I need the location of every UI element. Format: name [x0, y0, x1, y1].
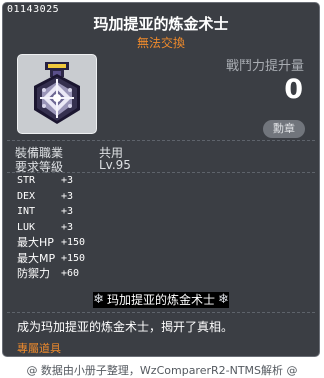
stat-row: STR +3	[17, 173, 85, 189]
stat-row: 防禦力 +60	[17, 266, 85, 282]
stat-value: +150	[61, 252, 86, 264]
divider	[7, 140, 315, 141]
item-description: 成为玛加提亚的炼金术士，揭开了真相。	[17, 320, 234, 334]
exclusive-item-label: 專屬道具	[17, 342, 61, 355]
stat-name: LUK	[17, 221, 36, 233]
snowflake-icon: ❄	[218, 292, 229, 308]
set-name-banner: ❄ 玛加提亚的炼金术士 ❄	[3, 292, 319, 308]
stat-row: DEX +3	[17, 189, 85, 205]
stat-name: DEX	[17, 190, 36, 202]
stat-name: 最大MP	[17, 251, 56, 265]
stat-row: 最大MP +150	[17, 251, 85, 267]
stat-value: +3	[61, 206, 74, 217]
item-title: 玛加提亚的炼金术士	[93, 15, 229, 33]
stat-value: +3	[61, 221, 74, 233]
snowflake-icon: ❄	[93, 292, 104, 308]
alchemist-medal-icon	[34, 62, 80, 124]
stat-row: 最大HP +150	[17, 235, 85, 251]
stat-value: +60	[61, 268, 80, 279]
stat-name: STR	[17, 175, 36, 186]
stat-value: +3	[61, 190, 74, 202]
item-icon-frame	[17, 54, 97, 134]
power-increase-label: 戰鬥力提升量	[225, 59, 304, 74]
set-name: 玛加提亚的炼金术士	[103, 292, 218, 308]
item-tooltip: 01143025 玛加提亚的炼金术士 無法交換 戰鬥力提升量 0 勳章 裝備職業…	[2, 2, 320, 357]
medal-button[interactable]: 勳章	[263, 120, 305, 138]
trade-status: 無法交換	[136, 36, 185, 50]
stat-value: +150	[61, 237, 86, 248]
stat-row: INT +3	[17, 204, 85, 220]
stat-row: LUK +3	[17, 220, 85, 236]
stat-name: 防禦力	[17, 267, 50, 280]
level-value: Lv.95	[99, 158, 131, 172]
stat-list: STR +3 DEX +3 INT +3 LUK +3 最大HP +150 最大…	[17, 173, 85, 282]
power-increase-value: 0	[284, 74, 303, 105]
stat-name: INT	[17, 206, 36, 217]
divider	[7, 312, 315, 313]
footer-credit: @ 数据由小册子整理，WzComparerR2-NTMS解析 @	[26, 364, 298, 377]
stat-value: +3	[61, 175, 74, 186]
stat-name: 最大HP	[17, 236, 54, 249]
